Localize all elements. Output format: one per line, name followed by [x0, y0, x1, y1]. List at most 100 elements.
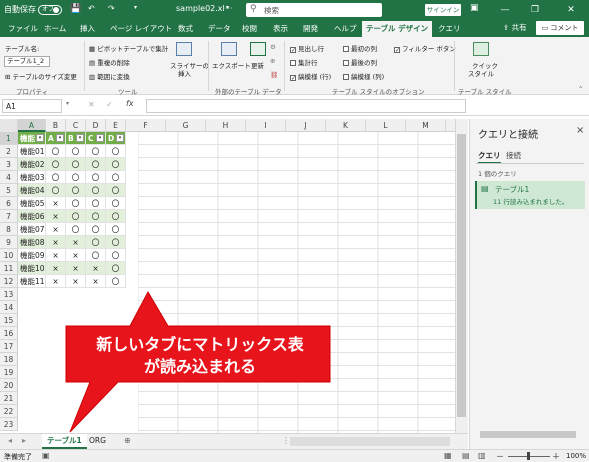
- table-cell[interactable]: 〇: [46, 145, 66, 158]
- select-all-corner[interactable]: [0, 119, 18, 132]
- table-cell[interactable]: 〇: [106, 184, 126, 197]
- save-icon[interactable]: 💾: [70, 4, 81, 14]
- zoom-out-button[interactable]: －: [496, 451, 504, 462]
- row-header-16[interactable]: 16: [0, 327, 18, 340]
- tab-home[interactable]: ホーム: [44, 23, 66, 34]
- add-sheet-icon[interactable]: ⊕: [124, 436, 131, 445]
- filter-dropdown-icon[interactable]: ▾: [116, 134, 124, 142]
- table-cell[interactable]: 機能08: [18, 236, 46, 249]
- tab-split-icon[interactable]: ⋮: [282, 436, 290, 445]
- table-cell[interactable]: 機能04: [18, 184, 46, 197]
- banded-columns-checkbox[interactable]: 縞模様 (列): [343, 71, 384, 81]
- table-cell[interactable]: ×: [46, 236, 66, 249]
- filter-dropdown-icon[interactable]: ▾: [56, 134, 64, 142]
- table-cell[interactable]: 機能01: [18, 145, 46, 158]
- first-column-checkbox[interactable]: 最初の列: [343, 43, 377, 53]
- redo-icon[interactable]: ↷: [108, 4, 115, 13]
- share-button[interactable]: ⇪ 共有: [503, 22, 527, 33]
- column-header-j[interactable]: J: [286, 119, 326, 132]
- query-name[interactable]: テーブル1: [495, 184, 529, 195]
- row-header-10[interactable]: 10: [0, 249, 18, 262]
- row-header-3[interactable]: 3: [0, 158, 18, 171]
- table-cell[interactable]: 〇: [66, 145, 86, 158]
- pane-close-icon[interactable]: ×: [576, 125, 584, 136]
- table-cell[interactable]: 〇: [106, 171, 126, 184]
- table-header-cell[interactable]: D ▾: [106, 132, 126, 145]
- row-header-7[interactable]: 7: [0, 210, 18, 223]
- tab-view[interactable]: 表示: [273, 23, 288, 34]
- row-header-18[interactable]: 18: [0, 353, 18, 366]
- filename-dropdown-icon[interactable]: ▾: [226, 4, 229, 11]
- pane-tab-queries[interactable]: クエリ: [478, 150, 501, 164]
- table-cell[interactable]: ×: [86, 262, 106, 275]
- page-break-view-icon[interactable]: ▥: [478, 451, 486, 460]
- table-cell[interactable]: 〇: [106, 249, 126, 262]
- table-cell[interactable]: 機能09: [18, 249, 46, 262]
- slicer-label-2[interactable]: 挿入: [178, 68, 191, 78]
- table-cell[interactable]: 〇: [66, 210, 86, 223]
- table-cell[interactable]: ×: [86, 275, 106, 288]
- row-header-22[interactable]: 22: [0, 405, 18, 418]
- table-cell[interactable]: 〇: [66, 171, 86, 184]
- name-box[interactable]: A1: [2, 99, 62, 113]
- worksheet-grid[interactable]: ABCDEFGHIJKLM 1 2 3 4 5 6 7 8 9 10 11 12 13 14 15 16 17 1…: [0, 119, 468, 433]
- tab-insert[interactable]: 挿入: [80, 23, 95, 34]
- tab-developer[interactable]: 開発: [303, 23, 318, 34]
- column-header-h[interactable]: H: [206, 119, 246, 132]
- table-name-field[interactable]: テーブル1_2: [4, 56, 50, 67]
- column-header-c[interactable]: C: [66, 119, 86, 132]
- table-cell[interactable]: 〇: [86, 145, 106, 158]
- table-cell[interactable]: ×: [66, 275, 86, 288]
- pane-tab-connections[interactable]: 接続: [506, 150, 521, 161]
- enter-icon[interactable]: ✓: [106, 100, 113, 109]
- table-cell[interactable]: ×: [66, 236, 86, 249]
- undo-icon[interactable]: ↶: [88, 4, 95, 13]
- vertical-scroll-thumb[interactable]: [457, 134, 466, 417]
- autosave-toggle[interactable]: オフ: [38, 5, 62, 15]
- query-item[interactable]: ▤ テーブル1 11 行読み込まれました。: [475, 181, 585, 209]
- insert-function-icon[interactable]: fx: [126, 99, 134, 108]
- slicer-icon[interactable]: [176, 42, 192, 56]
- table-cell[interactable]: 〇: [86, 158, 106, 171]
- row-header-4[interactable]: 4: [0, 171, 18, 184]
- row-header-1[interactable]: 1: [0, 132, 18, 145]
- tab-help[interactable]: ヘルプ: [334, 23, 357, 34]
- next-sheet-icon[interactable]: ▸: [22, 436, 26, 445]
- table-cell[interactable]: 機能02: [18, 158, 46, 171]
- search-input[interactable]: ⚲ 検索: [246, 3, 382, 17]
- column-header-f[interactable]: F: [126, 119, 166, 132]
- filter-dropdown-icon[interactable]: ▾: [96, 134, 104, 142]
- sheet-tab-org[interactable]: ORG: [84, 434, 111, 449]
- table-cell[interactable]: ×: [46, 197, 66, 210]
- table-cell[interactable]: ×: [46, 249, 66, 262]
- cancel-icon[interactable]: ✕: [88, 100, 95, 109]
- row-header-17[interactable]: 17: [0, 340, 18, 353]
- table-cell[interactable]: ×: [66, 249, 86, 262]
- table-cell[interactable]: 〇: [66, 184, 86, 197]
- row-header-15[interactable]: 15: [0, 314, 18, 327]
- column-header-d[interactable]: D: [86, 119, 106, 132]
- quick-styles-label-2[interactable]: スタイル: [468, 68, 494, 78]
- formula-input[interactable]: [146, 99, 466, 113]
- table-cell[interactable]: 〇: [86, 249, 106, 262]
- collapse-ribbon-icon[interactable]: ⌃: [578, 85, 583, 93]
- prev-sheet-icon[interactable]: ◂: [8, 436, 12, 445]
- comment-button[interactable]: ▭ コメント: [536, 21, 584, 35]
- table-cell[interactable]: ×: [66, 262, 86, 275]
- filter-button-checkbox[interactable]: ✓ フィルター ボタン: [394, 43, 456, 54]
- table-cell[interactable]: ×: [46, 210, 66, 223]
- table-cell[interactable]: 〇: [106, 197, 126, 210]
- table-cell[interactable]: 〇: [106, 262, 126, 275]
- ribbon-display-icon[interactable]: ▣: [470, 3, 479, 13]
- table-cell[interactable]: 〇: [86, 236, 106, 249]
- empty-cells[interactable]: [138, 132, 468, 433]
- table-cell[interactable]: 〇: [46, 184, 66, 197]
- table-cell[interactable]: ×: [46, 275, 66, 288]
- table-cell[interactable]: 〇: [46, 171, 66, 184]
- tab-review[interactable]: 校閲: [242, 23, 257, 34]
- table-cell[interactable]: 〇: [106, 236, 126, 249]
- resize-table-button[interactable]: ⊞ テーブルのサイズ変更: [5, 71, 77, 81]
- open-browser-icon[interactable]: ⊕: [270, 57, 275, 65]
- sheet-tab-table1[interactable]: テーブル1: [42, 434, 87, 449]
- tab-data[interactable]: データ: [208, 23, 231, 34]
